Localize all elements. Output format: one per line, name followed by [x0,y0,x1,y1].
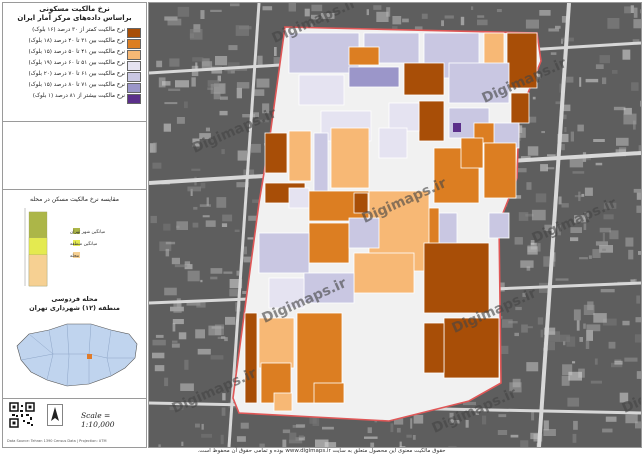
census-block [258,232,310,274]
legend-swatch [127,61,141,71]
census-block [288,130,312,182]
chart-legend-label: میانگین شهر تهران [70,228,106,235]
map-area: Digimaps.ir Digimaps.ir Digimaps.ir Digimap… [148,2,642,448]
scale-label: Scale = 1:10,000 [81,411,115,429]
neighborhood-marker [87,354,92,359]
chart-bar [28,254,48,287]
census-block [488,212,510,239]
chart-legend-label: محله [70,254,80,259]
legend-label: نرخ مالکیت بین ۷۱ تا ۸۰ درصد (۱۵ بلوک) [28,82,125,88]
legend-panel: نرخ مالکیت مسکونی براساس داده‌های مرکز آ… [3,3,146,122]
census-block [378,127,408,159]
census-block [460,137,484,169]
legend-swatch [127,83,141,93]
legend-label: نرخ مالکیت بین ۳۱ تا ۴۰ درصد (۱۸ بلوک) [28,38,125,44]
tehran-locator-map [16,323,138,387]
legend-label: نرخ مالکیت بین ۶۱ تا ۷۰ درصد (۲۰ بلوک) [28,71,125,77]
legend-swatch [127,72,141,82]
legend-item: نرخ مالکیت بین ۵۱ تا ۶۰ درصد (۱۹ بلوک) [7,60,142,71]
census-block [423,322,445,374]
tehran-region-outline [16,323,138,387]
census-block [453,123,461,132]
qr-code [9,402,35,428]
census-block [264,132,288,174]
legend-item: نرخ مالکیت بین ۷۱ تا ۸۰ درصد (۱۵ بلوک) [7,82,142,93]
legend-swatch [127,28,141,38]
census-block [348,66,400,88]
location-subtitle: منطقه (۱۲) شهرداری تهران [29,304,120,312]
legend-item: نرخ مالکیت بین ۴۱ تا ۵۰ درصد (۱۵ بلوک) [7,49,142,60]
census-block [258,317,295,369]
credit-text: Data Source: Tehran 1390 Census Data | P… [7,439,107,443]
census-block [510,92,530,124]
legend-item: نرخ مالکیت بین ۶۱ تا ۷۰ درصد (۲۰ بلوک) [7,71,142,82]
legend-label: نرخ مالکیت کمتر از ۳۰ درصد (۱۶ بلوک) [32,27,125,33]
census-block [308,222,350,264]
legend-label: نرخ مالکیت بیشتر از ۸۱ درصد (۱ بلوک) [32,93,125,99]
census-block [483,142,517,199]
census-block [313,132,329,194]
footer-panel: Scale = 1:10,000 Data Source: Tehran 139… [3,399,146,447]
census-block [388,102,420,132]
legend-subtitle: براساس داده‌های مرکز آمار ایران [17,14,132,22]
legend-title: نرخ مالکیت مسکونی [39,5,110,13]
legend-item: نرخ مالکیت بین ۳۱ تا ۴۰ درصد (۱۸ بلوک) [7,38,142,49]
census-block [244,312,258,404]
census-block [298,74,345,106]
chart-panel: مقایسه نرخ مالکیت مسکن در محله میانگین ش… [3,189,146,293]
legend-swatch [127,39,141,49]
census-block [288,187,310,209]
legend-label: نرخ مالکیت بین ۴۱ تا ۵۰ درصد (۱۵ بلوک) [28,49,125,55]
legend-label: نرخ مالکیت بین ۵۱ تا ۶۰ درصد (۱۹ بلوک) [28,60,125,66]
legend-swatch [127,50,141,60]
ownership-bar-chart: میانگین شهر تهران میانگین منطقه محله [24,208,106,287]
page: نرخ مالکیت مسکونی براساس داده‌های مرکز آ… [0,0,643,461]
census-block [418,100,445,142]
legend-swatch [127,94,141,104]
census-block [353,252,415,294]
legend-item: نرخ مالکیت بیشتر از ۸۱ درصد (۱ بلوک) [7,93,142,104]
map-sidebar: نرخ مالکیت مسکونی براساس داده‌های مرکز آ… [2,2,147,448]
census-block [313,382,345,404]
legend-list: نرخ مالکیت کمتر از ۳۰ درصد (۱۶ بلوک) نرخ … [7,27,142,104]
north-arrow-icon [47,404,63,426]
census-block [423,242,490,314]
legend-item: نرخ مالکیت کمتر از ۳۰ درصد (۱۶ بلوک) [7,27,142,38]
location-panel: محله فردوسی منطقه (۱۲) شهرداری تهران [3,292,146,399]
census-block [403,62,445,96]
census-block [288,32,360,74]
footer-text: حقوق مالکیت معنوی این محصول متعلق به سای… [197,448,446,454]
chart-legend-label: میانگین منطقه [70,240,98,247]
location-title: محله فردوسی [51,295,98,303]
census-block [330,127,370,189]
census-block [348,46,380,66]
census-block [273,392,293,412]
